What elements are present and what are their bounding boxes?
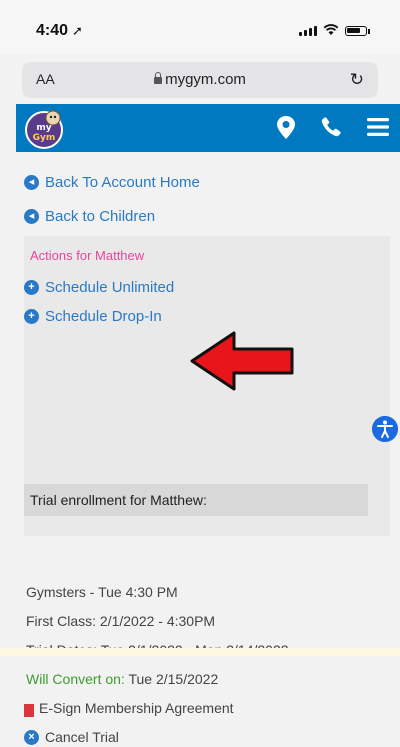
schedule-unlimited-link[interactable]: + Schedule Unlimited [24, 277, 174, 297]
site-header: my Gym [16, 104, 400, 152]
status-icons [299, 24, 370, 36]
trial-first-class: First Class: 2/1/2022 - 4:30PM [26, 613, 216, 629]
address-bar[interactable]: AA mygym.com ↻ [22, 62, 378, 98]
convert-label: Will Convert on: [26, 671, 125, 687]
svg-text:Gym: Gym [33, 133, 56, 143]
back-home-label: Back To Account Home [45, 173, 200, 191]
mygym-logo[interactable]: my Gym [22, 108, 66, 150]
cancel-trial-label: Cancel Trial [45, 729, 119, 745]
location-pin-icon[interactable] [274, 114, 298, 140]
pdf-document-icon [24, 703, 34, 717]
battery-cap [368, 29, 370, 34]
red-pointer-arrow-icon [190, 331, 294, 391]
back-to-children-link[interactable]: ◂ Back to Children [24, 206, 155, 226]
lock-icon [154, 72, 163, 84]
e-sign-label: E-Sign Membership Agreement [39, 700, 234, 716]
cancel-trial-link[interactable]: × Cancel Trial [24, 727, 119, 747]
signal-icon [299, 26, 317, 36]
trial-class-name: Gymsters - Tue 4:30 PM [26, 584, 178, 600]
bottom-toolbar-edge [0, 648, 400, 656]
battery-icon [345, 26, 367, 36]
close-circle-icon: × [24, 729, 39, 745]
svg-text:my: my [36, 123, 51, 133]
location-arrow-icon: ➚ [72, 23, 83, 38]
e-sign-agreement-link[interactable]: E-Sign Membership Agreement [24, 698, 234, 718]
trial-header-text: Trial enrollment for Matthew: [30, 492, 207, 508]
reload-icon[interactable]: ↻ [350, 70, 364, 90]
back-children-label: Back to Children [45, 207, 156, 225]
status-bar: 4:40 ➚ [0, 0, 400, 54]
schedule-unlimited-label: Schedule Unlimited [45, 278, 175, 296]
convert-date: Tue 2/15/2022 [124, 671, 219, 687]
status-time-text: 4:40 [36, 22, 69, 39]
status-time: 4:40 ➚ [36, 22, 83, 40]
schedule-drop-in-label: Schedule Drop-In [45, 307, 162, 325]
plus-circle-icon: + [24, 308, 39, 324]
url-display[interactable]: mygym.com [22, 71, 378, 88]
phone-icon[interactable] [320, 114, 344, 140]
hamburger-menu-icon[interactable] [366, 114, 390, 140]
url-text: mygym.com [165, 71, 246, 88]
back-to-account-home-link[interactable]: ◂ Back To Account Home [24, 172, 200, 192]
trial-enrollment-header: Trial enrollment for Matthew: [24, 484, 368, 516]
schedule-drop-in-link[interactable]: + Schedule Drop-In [24, 306, 162, 326]
wifi-icon [323, 24, 339, 35]
trial-convert-date: Will Convert on: Tue 2/15/2022 [26, 671, 218, 687]
plus-circle-icon: + [24, 279, 39, 295]
accessibility-icon[interactable] [372, 416, 398, 442]
actions-title: Actions for Matthew [30, 248, 145, 263]
header-icons [274, 114, 390, 140]
back-arrow-icon: ◂ [24, 208, 39, 224]
back-arrow-icon: ◂ [24, 174, 39, 190]
actions-panel: Actions for Matthew + Schedule Unlimited… [24, 236, 390, 536]
